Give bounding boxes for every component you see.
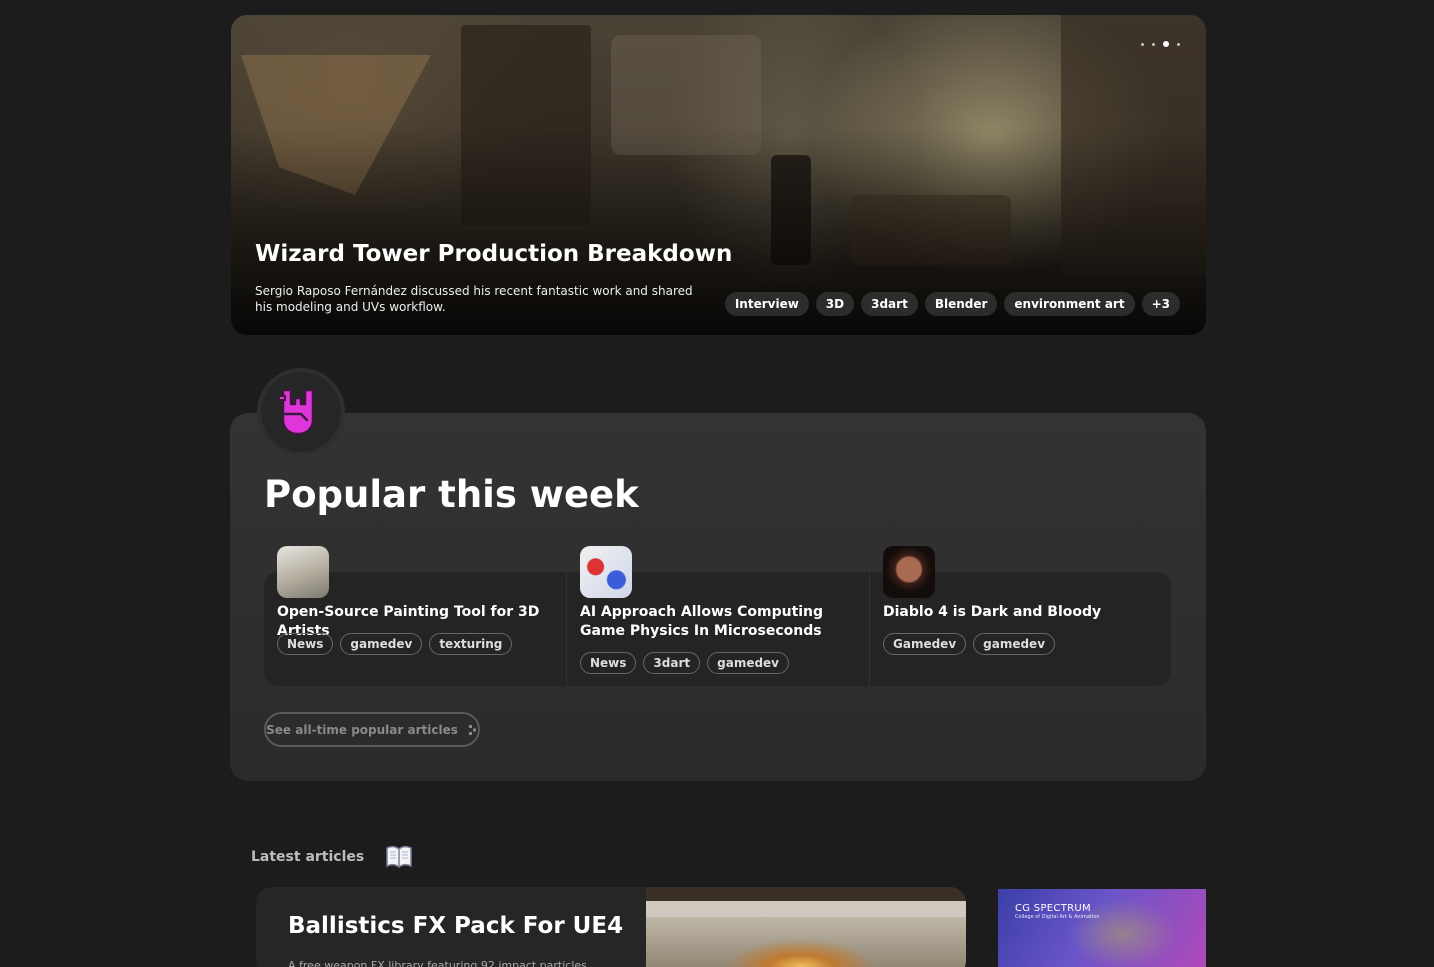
hero-tag-more[interactable]: +3 (1141, 292, 1180, 316)
hero-title[interactable]: Wizard Tower Production Breakdown (255, 241, 732, 267)
latest-article-image[interactable] (646, 887, 966, 967)
article-tag[interactable]: News (580, 652, 637, 674)
card-divider (869, 572, 870, 686)
article-tag[interactable]: News (277, 633, 334, 655)
see-all-popular-button[interactable]: See all-time popular articles (264, 712, 480, 747)
featured-hero[interactable]: Wizard Tower Production Breakdown Sergio… (231, 15, 1206, 335)
explosion-detail (726, 939, 876, 967)
ad-title: CG SPECTRUM (1015, 903, 1091, 914)
carousel-dot-active[interactable] (1163, 41, 1169, 47)
see-all-label: See all-time popular articles (266, 722, 458, 737)
article-tag[interactable]: gamedev (973, 633, 1056, 655)
latest-articles-label: Latest articles (251, 849, 365, 865)
arrow-right-icon (468, 724, 476, 735)
hero-tag[interactable]: Interview (724, 292, 809, 316)
hero-description: Sergio Raposo Fernández discussed his re… (255, 284, 693, 314)
popular-badge (257, 368, 345, 456)
carousel-dot[interactable] (1152, 42, 1155, 46)
article-tags: Gamedev gamedev (883, 633, 1056, 655)
article-tag[interactable]: texturing (429, 633, 513, 655)
article-thumbnail[interactable] (883, 546, 935, 598)
open-book-icon (386, 845, 412, 868)
article-tag[interactable]: 3dart (643, 652, 701, 674)
article-thumbnail[interactable] (277, 546, 329, 598)
advertisement-banner[interactable]: CG SPECTRUM College of Digital Art & Ani… (998, 889, 1206, 967)
hero-tag[interactable]: Blender (924, 292, 998, 316)
article-tag[interactable]: gamedev (707, 652, 790, 674)
card-divider (566, 572, 567, 686)
hero-tag[interactable]: 3dart (861, 292, 918, 316)
popular-article-title[interactable]: AI Approach Allows Computing Game Physic… (580, 603, 855, 641)
hero-tag[interactable]: environment art (1004, 292, 1135, 316)
rock-hand-icon (278, 388, 315, 436)
article-thumbnail[interactable] (580, 546, 632, 598)
popular-title: Popular this week (264, 473, 639, 516)
hero-tag[interactable]: 3D (815, 292, 855, 316)
hero-tags: Interview 3D 3dart Blender environment a… (724, 292, 1180, 316)
popular-article-title[interactable]: Diablo 4 is Dark and Bloody (883, 603, 1153, 622)
article-tag[interactable]: Gamedev (883, 633, 967, 655)
article-tags: News gamedev texturing (277, 633, 513, 655)
carousel-dot[interactable] (1141, 42, 1144, 46)
ad-subtitle: College of Digital Art & Animation (1015, 914, 1100, 920)
carousel-dot[interactable] (1177, 42, 1180, 46)
article-tag[interactable]: gamedev (340, 633, 423, 655)
latest-article-card[interactable]: Ballistics FX Pack For UE4 A free weapon… (256, 887, 966, 967)
latest-article-description: A free weapon FX library featuring 92 im… (288, 959, 587, 967)
carousel-dots (1141, 41, 1180, 47)
latest-article-title[interactable]: Ballistics FX Pack For UE4 (288, 913, 623, 939)
article-tags: News 3dart gamedev (580, 652, 790, 674)
